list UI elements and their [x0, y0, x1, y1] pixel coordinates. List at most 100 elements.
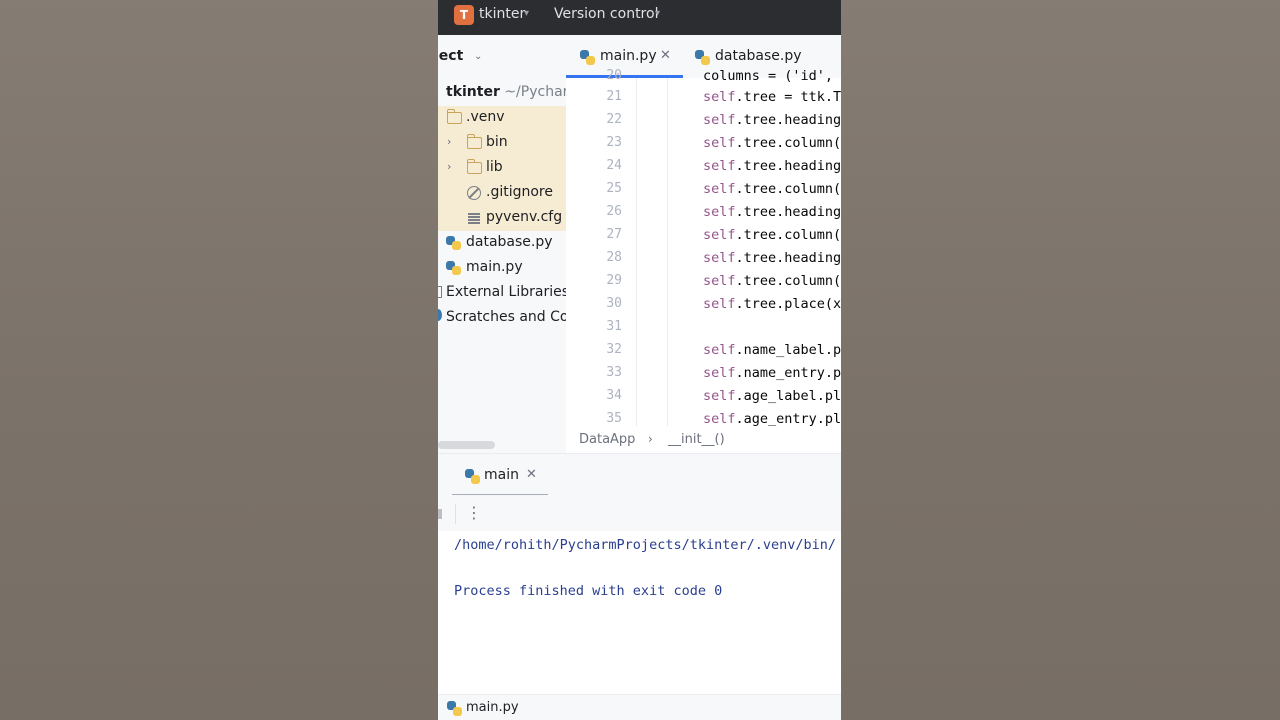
toolbar-edge-icon[interactable] — [438, 509, 442, 519]
chevron-down-icon[interactable]: ▾ — [524, 8, 529, 19]
line-code: .tree.heading — [735, 112, 841, 128]
line-code: .name_label.p — [735, 342, 841, 358]
tree-item-label: lib — [486, 159, 503, 175]
line-code: .tree.column( — [735, 135, 841, 151]
code-line: 30 self.tree.place(x — [566, 296, 841, 319]
tree-item-external-libraries[interactable]: External Libraries — [438, 281, 566, 306]
line-code: .tree.heading — [735, 158, 841, 174]
keyword-self: self — [703, 227, 736, 243]
breadcrumb-method[interactable]: __init__() — [668, 432, 725, 447]
tree-item-venv[interactable]: .venv — [438, 106, 566, 131]
background-left — [0, 0, 438, 720]
background-right — [841, 0, 1280, 720]
code-line-partial: 20 columns = ('id', — [566, 68, 841, 91]
line-code: columns = ('id', — [703, 68, 834, 84]
python-icon — [446, 261, 461, 275]
tree-item-label: pyvenv.cfg — [486, 209, 563, 225]
folder-icon — [446, 109, 462, 124]
project-panel-title[interactable]: ject — [438, 48, 463, 64]
code-line: 28 self.tree.heading — [566, 250, 841, 273]
line-code: .tree.column( — [735, 227, 841, 243]
tree-item-pyvenv-cfg[interactable]: pyvenv.cfg — [438, 206, 566, 231]
folder-icon — [466, 159, 482, 174]
project-badge[interactable]: T — [454, 5, 474, 25]
line-number: 28 — [606, 250, 622, 265]
tree-item-label: External Libraries — [446, 284, 566, 300]
text-file-icon — [467, 211, 482, 225]
keyword-self: self — [703, 273, 736, 289]
project-switcher[interactable]: tkinter — [479, 6, 525, 22]
line-code: .tree.column( — [735, 181, 841, 197]
close-icon[interactable]: ✕ — [526, 467, 537, 482]
tree-item-database-py[interactable]: database.py — [438, 231, 566, 256]
line-number: 35 — [606, 411, 622, 426]
keyword-self: self — [703, 112, 736, 128]
scratches-icon — [438, 309, 442, 321]
code-line: 22 self.tree.heading — [566, 112, 841, 135]
line-code: .tree.heading — [735, 250, 841, 266]
code-editor: main.py ✕ database.py 20 columns = ('id'… — [566, 35, 841, 453]
tab-label: database.py — [715, 48, 802, 64]
chevron-down-icon[interactable]: ▾ — [655, 8, 660, 19]
run-console[interactable]: /home/rohith/PycharmProjects/tkinter/.ve… — [438, 531, 841, 694]
code-area[interactable]: 20 columns = ('id', 21 self.tree = ttk.T… — [566, 68, 841, 427]
line-code: .age_entry.pl — [735, 411, 841, 427]
line-number: 26 — [606, 204, 622, 219]
run-toolbar: ⋮ — [438, 495, 841, 531]
tree-item-main-py[interactable]: main.py — [438, 256, 566, 281]
line-number: 32 — [606, 342, 622, 357]
breadcrumb: DataApp › __init__() — [566, 426, 841, 453]
keyword-self: self — [703, 158, 736, 174]
code-line: 32 self.name_label.p — [566, 342, 841, 365]
code-line: 24 self.tree.heading — [566, 158, 841, 181]
line-number: 23 — [606, 135, 622, 150]
python-icon — [695, 50, 710, 65]
python-icon — [446, 236, 461, 250]
horizontal-scrollbar[interactable] — [438, 441, 495, 449]
line-code: .name_entry.p — [735, 365, 841, 381]
more-options-icon[interactable]: ⋮ — [466, 503, 482, 522]
python-icon — [447, 701, 462, 716]
chevron-right-icon[interactable]: › — [447, 135, 451, 148]
python-icon — [465, 469, 480, 484]
code-line: 34 self.age_label.pl — [566, 388, 841, 411]
chevron-down-icon[interactable]: ⌄ — [474, 51, 482, 62]
ignore-file-icon — [467, 186, 481, 200]
keyword-self: self — [703, 388, 736, 404]
tree-item-label: Scratches and Con — [446, 309, 566, 325]
project-root-name: tkinter — [446, 84, 500, 100]
line-number: 20 — [606, 68, 622, 83]
chevron-right-icon: › — [648, 432, 653, 446]
keyword-self: self — [703, 342, 736, 358]
tree-item-lib[interactable]: › lib — [438, 156, 566, 181]
tree-item-bin[interactable]: › bin — [438, 131, 566, 156]
project-panel: ject ⌄ tkinter ~/Pycharm .venv › bin › l… — [438, 35, 566, 453]
chevron-right-icon[interactable]: › — [447, 160, 451, 173]
code-line: 21 self.tree = ttk.T — [566, 89, 841, 112]
tree-item-gitignore[interactable]: .gitignore — [438, 181, 566, 206]
version-control-menu[interactable]: Version control — [554, 6, 658, 22]
line-number: 21 — [606, 89, 622, 104]
breadcrumb-class[interactable]: DataApp — [579, 432, 635, 447]
line-number: 33 — [606, 365, 622, 380]
tree-item-root[interactable]: tkinter ~/Pycharm — [438, 81, 566, 106]
close-icon[interactable]: ✕ — [660, 48, 671, 63]
line-number: 30 — [606, 296, 622, 311]
keyword-self: self — [703, 135, 736, 151]
code-line: 26 self.tree.heading — [566, 204, 841, 227]
code-line: 23 self.tree.column( — [566, 135, 841, 158]
keyword-self: self — [703, 250, 736, 266]
code-line: 27 self.tree.column( — [566, 227, 841, 250]
line-number: 34 — [606, 388, 622, 403]
status-bar: main.py — [438, 694, 841, 720]
console-line: /home/rohith/PycharmProjects/tkinter/.ve… — [454, 537, 837, 553]
line-number: 29 — [606, 273, 622, 288]
tree-item-scratches[interactable]: Scratches and Con — [438, 306, 566, 331]
toolbar-separator — [455, 504, 456, 524]
line-number: 24 — [606, 158, 622, 173]
line-number: 25 — [606, 181, 622, 196]
status-bar-file[interactable]: main.py — [466, 700, 519, 715]
run-tool-window-header: main ✕ — [438, 453, 841, 497]
line-code: .tree = ttk.T — [735, 89, 841, 105]
project-root-path: ~/Pycharm — [504, 84, 566, 100]
